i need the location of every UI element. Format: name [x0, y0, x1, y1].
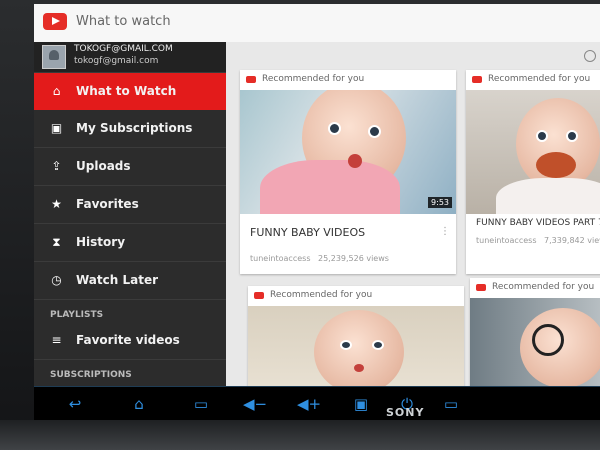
search-icon[interactable]	[584, 50, 596, 62]
video-thumbnail[interactable]	[466, 90, 600, 214]
app-screen: What to watch TOKOGF@GMAIL.COM tokogf@gm…	[34, 4, 600, 420]
sidebar-item-label: What to Watch	[76, 84, 177, 98]
volume-up-icon[interactable]: ◀+	[296, 396, 322, 412]
star-icon: ★	[51, 197, 62, 211]
video-duration-badge: 9:53	[428, 197, 452, 208]
card-header-label: Recommended for you	[270, 290, 373, 300]
hourglass-icon: ⧗	[52, 235, 61, 249]
card-header-label: Recommended for you	[492, 282, 595, 292]
sidebar-item-favorites[interactable]: ★ Favorites	[34, 186, 226, 224]
video-card[interactable]: Recommended for you 9:53 FUNNY BABY VIDE…	[240, 70, 456, 274]
sidebar-item-favorite-videos[interactable]: ≡ Favorite videos	[34, 322, 226, 360]
video-channel[interactable]: tuneintoaccess	[476, 236, 536, 245]
sidebar-item-what-to-watch[interactable]: ⌂ What to Watch	[34, 73, 226, 110]
account-header[interactable]: TOKOGF@GMAIL.COM tokogf@gmail.com	[34, 42, 226, 73]
video-title[interactable]: FUNNY BABY VIDEOS	[250, 226, 365, 239]
baby-eye-right	[368, 125, 381, 138]
tv-bezel	[0, 420, 600, 450]
tv-brand-logo: SONY	[386, 406, 425, 419]
upload-icon: ⇪	[51, 159, 62, 173]
menu-icon[interactable]: ▭	[438, 396, 464, 412]
home-icon: ⌂	[52, 84, 61, 98]
baby-eye-right	[372, 340, 384, 350]
account-name: TOKOGF@GMAIL.COM	[74, 44, 173, 54]
playlists-header: PLAYLISTS	[50, 310, 104, 320]
youtube-small-icon	[254, 292, 264, 299]
sidebar-item-uploads[interactable]: ⇪ Uploads	[34, 148, 226, 186]
android-navigation-bar: ↩ ⌂ ▭ ◀− ◀+ ▣ ⏻ ▭	[34, 386, 600, 421]
card-header: Recommended for you	[470, 278, 600, 298]
youtube-small-icon	[472, 76, 482, 83]
sidebar-item-label: My Subscriptions	[76, 121, 193, 135]
sidebar-item-history[interactable]: ⧗ History	[34, 224, 226, 262]
avatar	[42, 45, 66, 69]
screenshot-icon[interactable]: ▣	[348, 396, 374, 412]
card-header: Recommended for you	[248, 286, 464, 306]
top-bar: What to watch	[34, 4, 600, 43]
baby-mouth	[348, 154, 362, 168]
youtube-small-icon	[476, 284, 486, 291]
sidebar-item-label: Favorites	[76, 197, 139, 211]
list-icon: ≡	[51, 333, 62, 347]
baby-eye-left	[328, 122, 341, 135]
subscriptions-header: SUBSCRIPTIONS	[50, 370, 132, 380]
tv-frame: What to watch TOKOGF@GMAIL.COM tokogf@gm…	[0, 0, 600, 450]
sidebar-item-label: History	[76, 235, 126, 249]
glasses-lens	[532, 324, 564, 356]
youtube-logo-icon[interactable]	[43, 13, 67, 30]
sidebar-item-label: Uploads	[76, 159, 131, 173]
clock-icon: ◷	[51, 273, 62, 287]
account-email: tokogf@gmail.com	[74, 56, 159, 66]
video-thumbnail[interactable]: 9:53	[240, 90, 456, 214]
baby-eye-right	[566, 130, 578, 142]
baby-body-image	[260, 160, 400, 214]
baby-eye-left	[536, 130, 548, 142]
sidebar-item-label: Favorite videos	[76, 333, 180, 347]
recent-apps-icon[interactable]: ▭	[188, 396, 214, 412]
baby-face-image	[314, 310, 404, 394]
sidebar: TOKOGF@GMAIL.COM tokogf@gmail.com ⌂ What…	[34, 42, 226, 420]
card-header-label: Recommended for you	[488, 74, 591, 84]
page-title: What to watch	[76, 14, 171, 29]
video-views: 25,239,526 views	[318, 254, 389, 263]
back-icon[interactable]: ↩	[62, 396, 88, 412]
baby-food-face	[536, 152, 576, 178]
video-feed: Recommended for you 9:53 FUNNY BABY VIDE…	[226, 42, 600, 420]
card-header: Recommended for you	[466, 70, 600, 90]
sidebar-item-label: Watch Later	[76, 273, 159, 287]
volume-down-icon[interactable]: ◀−	[242, 396, 268, 412]
baby-eye-left	[340, 340, 352, 350]
home-nav-icon[interactable]: ⌂	[126, 396, 152, 412]
more-options-icon[interactable]: ⋮	[440, 226, 450, 237]
sidebar-item-watch-later[interactable]: ◷ Watch Later	[34, 262, 226, 300]
baby-mouth	[354, 364, 364, 372]
video-card[interactable]: Recommended for you FUNNY BABY VIDEOS PA…	[466, 70, 600, 274]
subscriptions-icon: ▣	[50, 121, 63, 135]
video-channel[interactable]: tuneintoaccess	[250, 254, 310, 263]
card-header: Recommended for you	[240, 70, 456, 90]
youtube-small-icon	[246, 76, 256, 83]
video-title[interactable]: FUNNY BABY VIDEOS PART 7	[476, 218, 600, 228]
card-header-label: Recommended for you	[262, 74, 365, 84]
baby-body-image	[496, 178, 600, 214]
sidebar-item-my-subscriptions[interactable]: ▣ My Subscriptions	[34, 110, 226, 148]
video-views: 7,339,842 views	[544, 236, 600, 245]
